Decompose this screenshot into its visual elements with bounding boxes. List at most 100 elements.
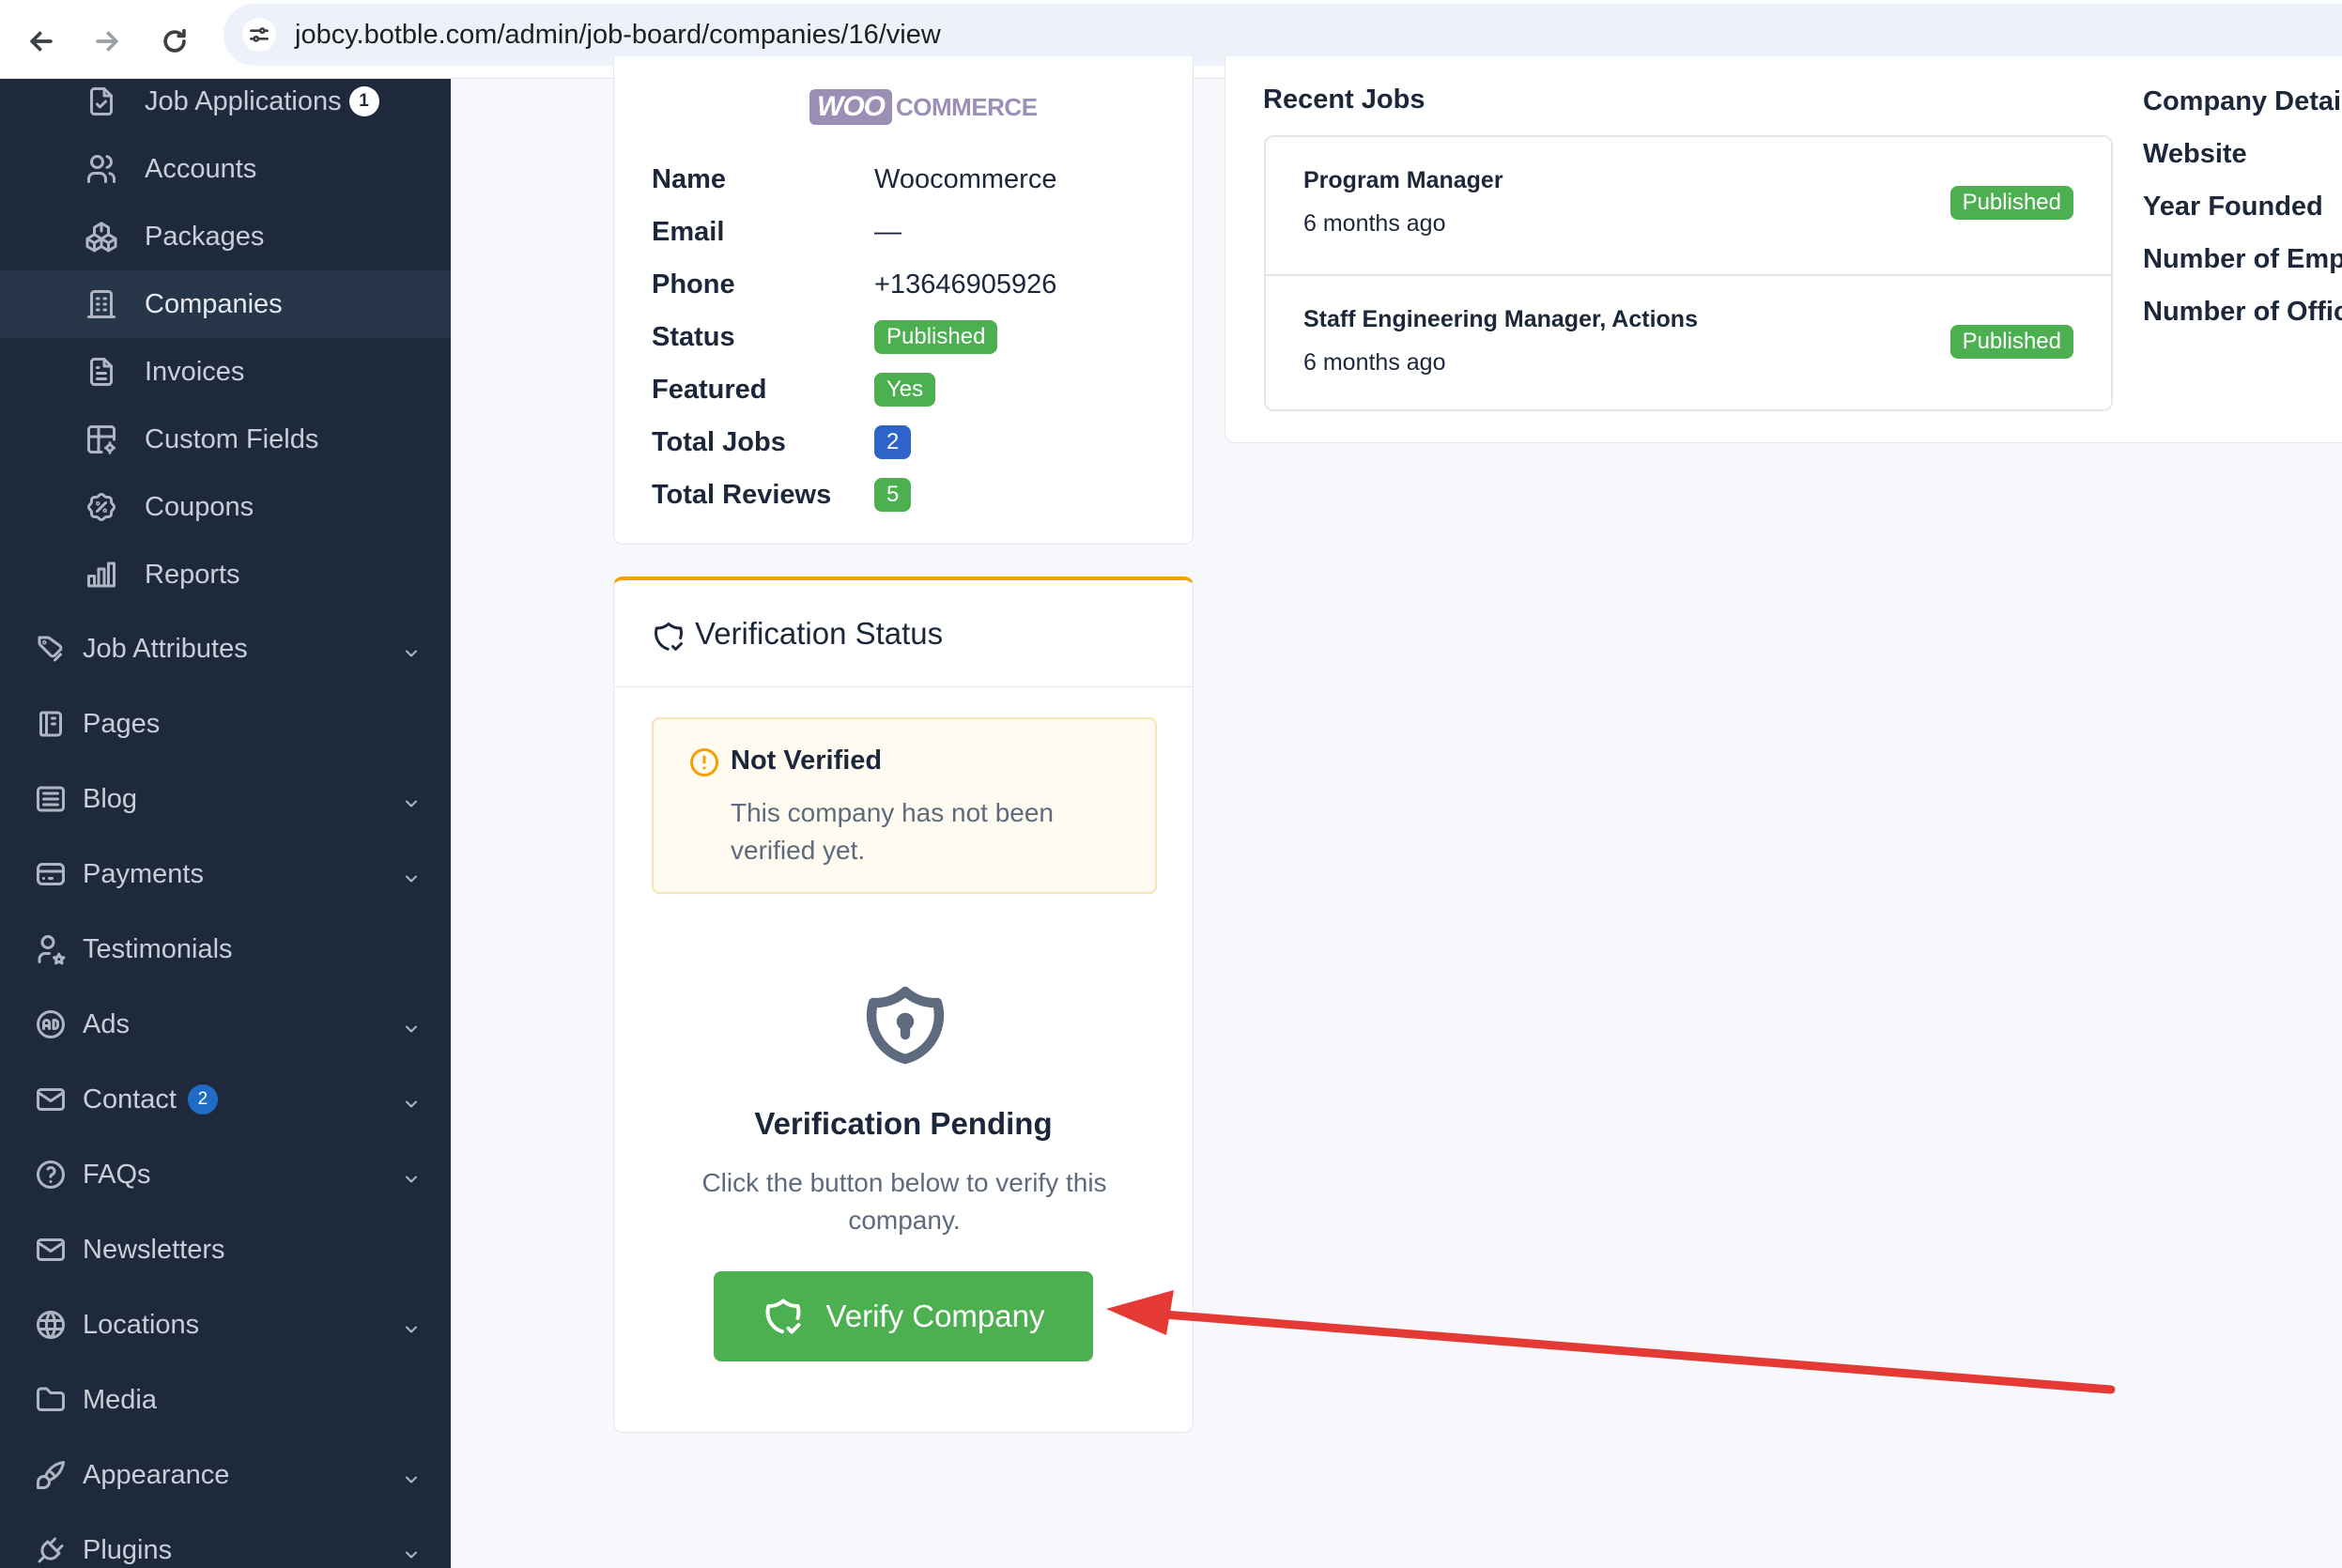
file-invoice-icon [83, 353, 120, 391]
chevron-down-icon [402, 1015, 421, 1034]
sidebar-item-label: Locations [83, 1309, 200, 1340]
sidebar-item-testimonials[interactable]: Testimonials [0, 915, 451, 983]
chevron-down-icon [402, 1165, 421, 1184]
list-item[interactable]: Staff Engineering Manager, Actions 6 mon… [1266, 274, 2111, 411]
not-verified-alert: Not Verified This company has not been v… [652, 717, 1157, 894]
sidebar-item-locations[interactable]: Locations [0, 1291, 451, 1359]
job-time: 6 months ago [1303, 210, 1446, 237]
sidebar-item-ads[interactable]: Ads [0, 991, 451, 1058]
field-value: Woocommerce [874, 163, 1057, 194]
sidebar-item-faqs[interactable]: FAQs [0, 1141, 451, 1208]
field-value: +13646905926 [874, 269, 1057, 300]
reload-button[interactable] [148, 15, 201, 68]
sidebar-item-job-attributes[interactable]: Job Attributes [0, 615, 451, 683]
field-label: Name [652, 163, 726, 194]
sidebar-item-label: Invoices [145, 356, 245, 387]
detail-label-employees: Number of Empl [2143, 244, 2342, 274]
info-row-featured: Featured Yes [652, 371, 936, 408]
discount-icon [83, 488, 120, 526]
field-label: Featured [652, 374, 767, 405]
back-button[interactable] [15, 15, 68, 68]
chevron-down-icon [402, 1466, 421, 1484]
info-row-email: Email — [652, 213, 901, 251]
mail-icon [32, 1081, 69, 1118]
sidebar-item-label: Newsletters [83, 1234, 225, 1265]
sidebar-item-newsletters[interactable]: Newsletters [0, 1216, 451, 1284]
detail-label-year-founded: Year Founded [2143, 192, 2323, 222]
mail-icon [32, 1231, 69, 1268]
total-jobs-badge: 2 [874, 425, 912, 459]
verify-company-button[interactable]: Verify Company [714, 1271, 1093, 1361]
info-row-name: Name Woocommerce [652, 161, 1056, 198]
chevron-down-icon [402, 1541, 421, 1560]
card-title: Verification Status [695, 615, 944, 651]
sidebar-item-invoices[interactable]: Invoices [0, 338, 451, 406]
admin-sidebar: Job Applications 1 Accounts Packages Com… [0, 79, 451, 1568]
help-circle-icon [32, 1156, 69, 1193]
sidebar-item-media[interactable]: Media [0, 1366, 451, 1434]
info-row-status: Status Published [652, 318, 998, 356]
sidebar-item-blog[interactable]: Blog [0, 765, 451, 833]
reload-icon [163, 28, 186, 53]
job-title[interactable]: Program Manager [1303, 167, 1503, 194]
sidebar-item-accounts[interactable]: Accounts [0, 135, 451, 203]
sidebar-item-custom-fields[interactable]: Custom Fields [0, 406, 451, 473]
sidebar-item-label: Companies [145, 288, 283, 319]
total-reviews-badge: 5 [874, 478, 912, 512]
packages-icon [83, 218, 120, 255]
recent-jobs-list: Program Manager 6 months ago Published S… [1264, 135, 2113, 411]
field-label: Phone [652, 269, 735, 300]
sidebar-item-label: Coupons [145, 491, 254, 522]
plug-icon [32, 1531, 69, 1568]
sidebar-item-label: Testimonials [83, 933, 233, 964]
sidebar-item-label: Ads [83, 1008, 130, 1039]
count-badge: 1 [348, 86, 379, 116]
folder-icon [32, 1381, 69, 1419]
chevron-down-icon [402, 639, 421, 658]
sidebar-item-label: Accounts [145, 153, 257, 184]
sidebar-item-contact[interactable]: Contact 2 [0, 1066, 451, 1133]
world-icon [32, 1306, 69, 1344]
sidebar-item-payments[interactable]: Payments [0, 840, 451, 908]
sidebar-item-companies[interactable]: Companies [0, 270, 451, 338]
sidebar-item-appearance[interactable]: Appearance [0, 1441, 451, 1509]
sidebar-item-coupons[interactable]: Coupons [0, 473, 451, 541]
url-text[interactable]: jobcy.botble.com/admin/job-board/compani… [295, 20, 941, 51]
tags-icon [32, 630, 69, 668]
sidebar-item-label: Packages [145, 221, 265, 252]
field-label: Status [652, 321, 735, 352]
table-settings-icon [83, 421, 120, 458]
status-badge: Published [874, 320, 998, 354]
status-badge: Published [1949, 186, 2073, 220]
sidebar-item-pages[interactable]: Pages [0, 690, 451, 758]
job-title[interactable]: Staff Engineering Manager, Actions [1303, 306, 1698, 333]
notebook-icon [32, 705, 69, 743]
user-star-icon [32, 930, 69, 968]
sidebar-item-job-applications[interactable]: Job Applications 1 [0, 79, 451, 135]
company-info-card: WOO COMMERCE Name Woocommerce Email — Ph… [613, 56, 1194, 545]
section-title: Recent Jobs [1263, 85, 1425, 115]
sidebar-item-label: FAQs [83, 1159, 151, 1190]
detail-label-website: Website [2143, 139, 2247, 169]
sidebar-item-reports[interactable]: Reports [0, 541, 451, 608]
company-details-title: Company Detail [2143, 86, 2342, 116]
chevron-down-icon [402, 790, 421, 808]
arrow-left-icon [30, 31, 53, 52]
sidebar-item-packages[interactable]: Packages [0, 203, 451, 270]
field-label: Total Reviews [652, 479, 832, 510]
alert-circle-icon [687, 746, 721, 779]
shield-lock-icon [860, 980, 950, 1070]
pending-description: Click the button below to verify this co… [701, 1168, 1107, 1235]
shield-check-icon [765, 1299, 801, 1334]
field-value: — [874, 216, 901, 247]
site-settings-icon[interactable] [242, 18, 276, 52]
list-item[interactable]: Program Manager 6 months ago Published [1266, 137, 2111, 274]
chevron-down-icon [402, 1315, 421, 1334]
sidebar-item-label: Job Applications [145, 85, 342, 116]
sidebar-item-plugins[interactable]: Plugins [0, 1516, 451, 1568]
forward-button[interactable] [81, 15, 133, 68]
arrow-right-icon [96, 31, 118, 52]
button-label: Verify Company [825, 1299, 1045, 1333]
info-row-total-reviews: Total Reviews 5 [652, 476, 912, 514]
file-check-icon [83, 83, 120, 120]
